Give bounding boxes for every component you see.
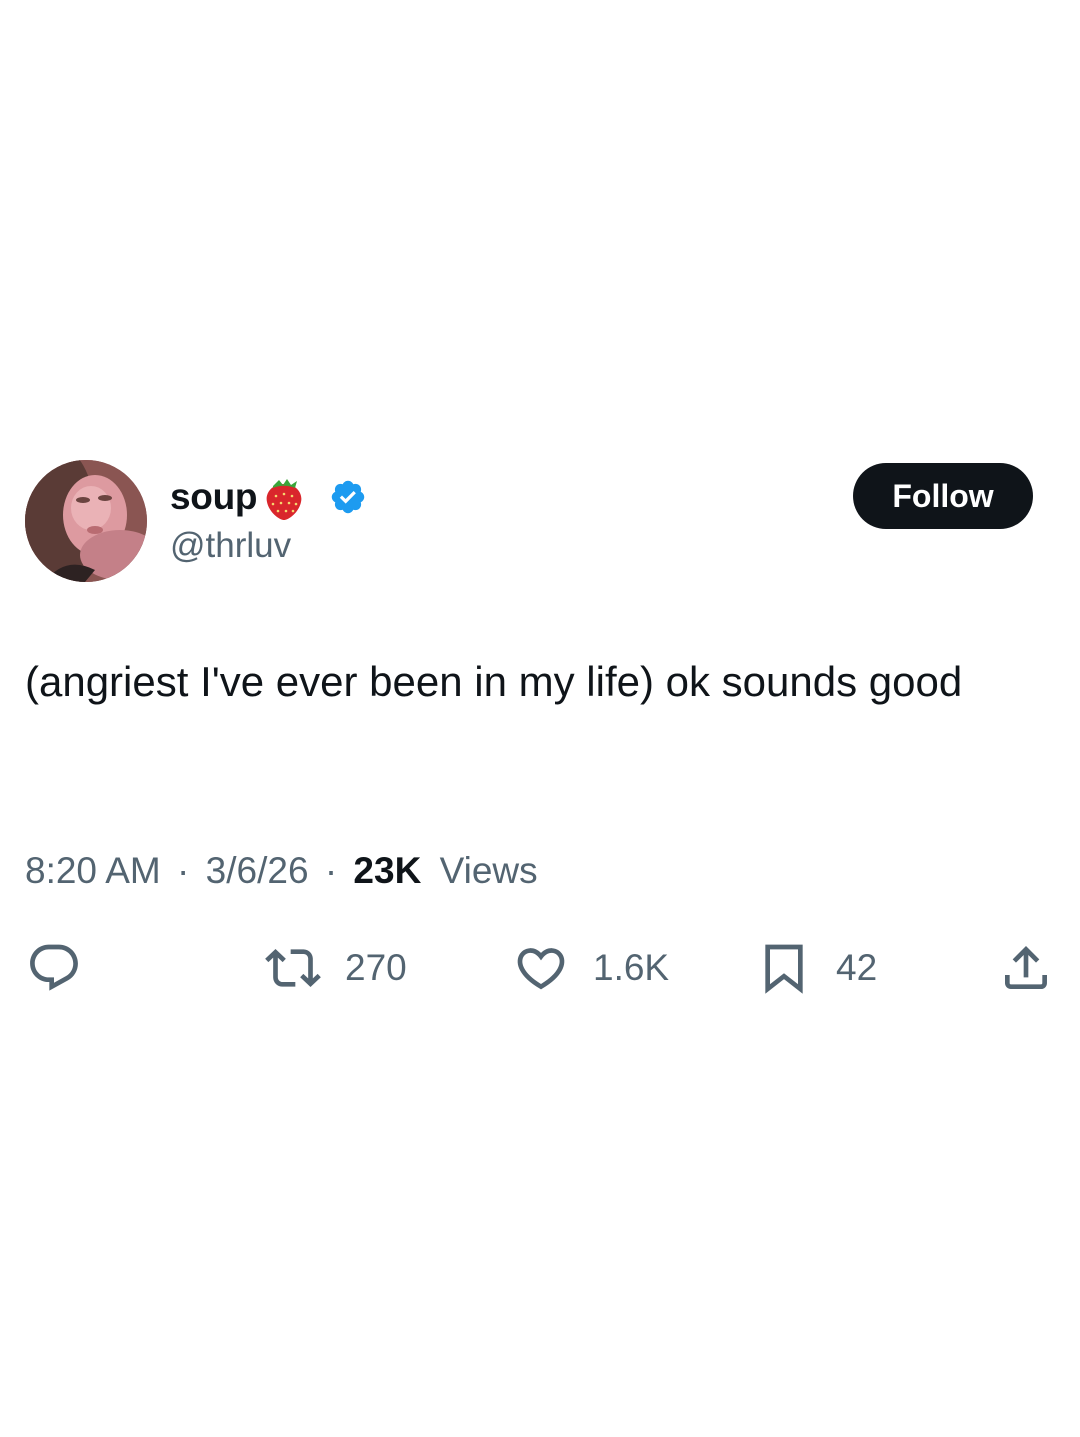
tweet-card: soup @thrluv Follow (angriest I've ever … xyxy=(0,0,1080,1437)
strawberry-emoji xyxy=(259,472,309,522)
meta-separator: · xyxy=(177,850,190,891)
heart-icon xyxy=(513,940,569,996)
views-label[interactable]: Views xyxy=(440,850,538,891)
views-count[interactable]: 23K xyxy=(353,850,421,891)
reply-icon xyxy=(26,940,82,996)
meta-separator: · xyxy=(324,850,338,891)
reply-button[interactable] xyxy=(26,938,82,998)
bookmark-icon xyxy=(756,940,812,996)
avatar[interactable] xyxy=(25,460,147,582)
avatar-image xyxy=(25,460,147,582)
author-name-row[interactable]: soup xyxy=(170,472,367,522)
share-button[interactable] xyxy=(998,938,1054,998)
author-handle[interactable]: @thrluv xyxy=(170,526,291,566)
follow-button[interactable]: Follow xyxy=(853,463,1033,529)
bookmark-button[interactable]: 42 xyxy=(756,938,877,998)
tweet-time[interactable]: 8:20 AM xyxy=(25,850,161,891)
share-icon xyxy=(998,940,1054,996)
like-count: 1.6K xyxy=(593,947,670,988)
tweet-meta: 8:20 AM · 3/6/26 · 23K Views xyxy=(25,850,538,892)
bookmark-count: 42 xyxy=(836,947,878,988)
tweet-text: (angriest I've ever been in my life) ok … xyxy=(25,658,963,705)
retweet-icon xyxy=(265,940,321,996)
like-button[interactable]: 1.6K xyxy=(513,938,669,998)
verified-badge-icon[interactable] xyxy=(329,478,367,516)
retweet-button[interactable]: 270 xyxy=(265,938,407,998)
display-name[interactable]: soup xyxy=(170,476,257,518)
retweet-count: 270 xyxy=(345,947,407,988)
tweet-date[interactable]: 3/6/26 xyxy=(206,850,309,891)
